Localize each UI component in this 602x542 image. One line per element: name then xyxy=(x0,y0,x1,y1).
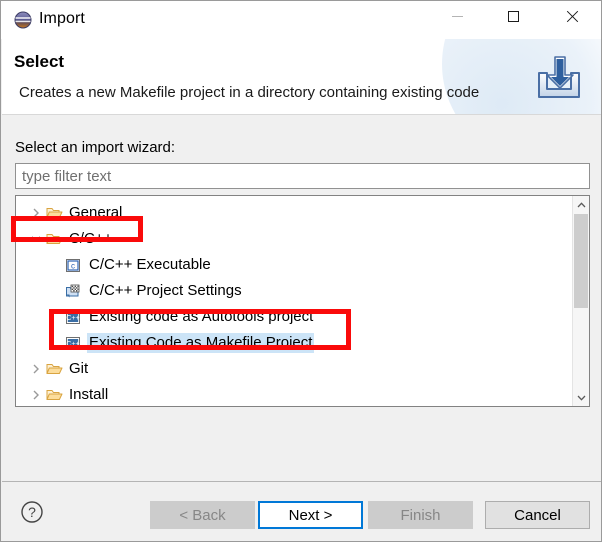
tree-rows: General C/C++ c C/C++ Executable C/C++ P… xyxy=(16,196,571,406)
tree-item-label: Existing code as Autotools project xyxy=(89,308,314,325)
maximize-button[interactable] xyxy=(490,1,536,32)
chevron-right-icon[interactable] xyxy=(28,390,44,400)
folder-icon xyxy=(44,206,64,220)
folder-icon xyxy=(44,362,64,376)
tree-item-c-cpp-project-settings[interactable]: C/C++ Project Settings xyxy=(16,278,571,304)
tree-item-label: Existing Code as Makefile Project xyxy=(87,333,315,353)
cpp-file-icon: C++ xyxy=(64,310,82,325)
tree-item-c-cpp[interactable]: C/C++ xyxy=(16,226,571,252)
tree-item-label: C/C++ Executable xyxy=(89,256,211,273)
close-button[interactable] xyxy=(549,1,595,32)
finish-button[interactable]: Finish xyxy=(368,501,473,529)
tree-item-label: Git xyxy=(69,360,89,377)
title-bar: Import xyxy=(1,1,601,39)
scrollbar-thumb[interactable] xyxy=(574,214,588,308)
filter-input[interactable] xyxy=(15,163,590,189)
close-icon xyxy=(566,10,579,23)
next-button-label: Next > xyxy=(288,506,333,524)
project-settings-icon xyxy=(64,284,82,299)
svg-text:C++: C++ xyxy=(66,315,79,322)
eclipse-sphere-icon xyxy=(14,11,32,29)
tree-item-install[interactable]: Install xyxy=(16,382,571,406)
dialog-body: Select an import wizard: General xyxy=(2,115,601,481)
minimize-button[interactable] xyxy=(434,1,480,32)
page-description: Creates a new Makefile project in a dire… xyxy=(19,84,480,101)
chevron-down-icon xyxy=(577,395,585,401)
cpp-file-icon: C++ xyxy=(64,336,82,351)
tree-item-label: General xyxy=(69,204,123,221)
scroll-down-button[interactable] xyxy=(573,389,589,406)
chevron-right-icon[interactable] xyxy=(28,208,44,218)
chevron-down-icon[interactable] xyxy=(28,235,44,243)
cancel-button-label: Cancel xyxy=(514,506,561,524)
tree-item-git[interactable]: Git xyxy=(16,356,571,382)
page-title: Select xyxy=(14,52,65,71)
help-question-icon[interactable]: ? xyxy=(20,500,44,524)
tree-item-label: C/C++ Project Settings xyxy=(89,282,242,299)
chevron-right-icon[interactable] xyxy=(28,364,44,374)
chevron-up-icon xyxy=(577,201,585,207)
tree-item-label: Install xyxy=(69,386,109,403)
tree-item-existing-code-makefile[interactable]: C++ Existing Code as Makefile Project xyxy=(16,330,571,356)
finish-button-label: Finish xyxy=(400,506,441,524)
tree-item-label: C/C++ xyxy=(69,230,113,247)
tree-item-c-cpp-executable[interactable]: c C/C++ Executable xyxy=(16,252,571,278)
svg-text:c: c xyxy=(71,261,75,270)
folder-icon xyxy=(44,388,64,402)
back-button-label: < Back xyxy=(179,506,226,524)
dialog-footer: ? < Back Next > Finish Cancel xyxy=(2,482,601,541)
c-file-icon: c xyxy=(64,258,82,273)
tree-item-general[interactable]: General xyxy=(16,200,571,226)
import-wizard-dialog: Import Select Creates a new Makefile pro… xyxy=(0,0,602,542)
cancel-button[interactable]: Cancel xyxy=(485,501,590,529)
tree-item-existing-code-autotools[interactable]: C++ Existing code as Autotools project xyxy=(16,304,571,330)
wizard-header: Select Creates a new Makefile project in… xyxy=(2,39,601,114)
tree-scrollbar[interactable] xyxy=(572,196,589,406)
svg-text:C++: C++ xyxy=(66,341,79,348)
minimize-icon xyxy=(451,16,463,17)
maximize-icon xyxy=(507,11,519,22)
window-title: Import xyxy=(39,10,85,27)
svg-text:?: ? xyxy=(28,504,36,520)
import-wizard-tree[interactable]: General C/C++ c C/C++ Executable C/C++ P… xyxy=(15,195,590,407)
scroll-up-button[interactable] xyxy=(573,196,589,213)
next-button[interactable]: Next > xyxy=(258,501,363,529)
wizard-list-label: Select an import wizard: xyxy=(15,139,176,156)
folder-icon xyxy=(44,232,64,246)
back-button[interactable]: < Back xyxy=(150,501,255,529)
import-tray-icon xyxy=(533,53,585,101)
